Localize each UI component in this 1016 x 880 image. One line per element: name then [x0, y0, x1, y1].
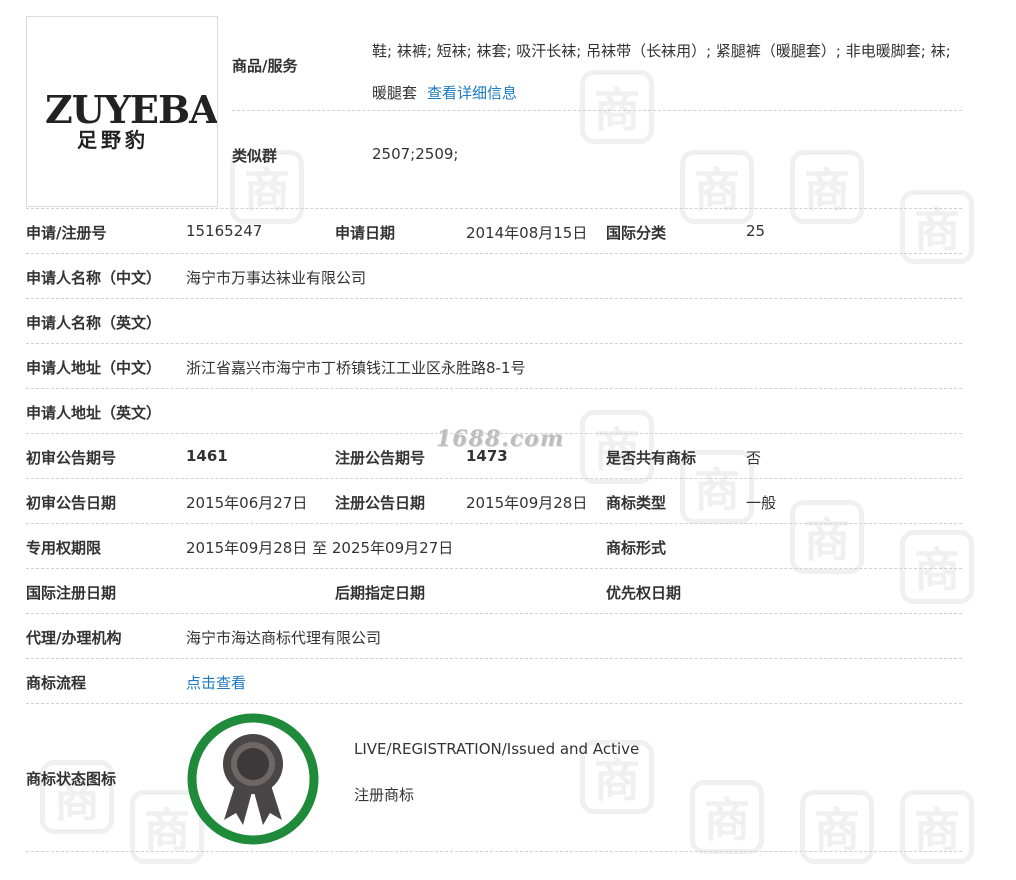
intl-reg-date-label: 国际注册日期 [26, 584, 117, 602]
goods-value: 鞋; 袜裤; 短袜; 袜套; 吸汗长袜; 吊袜带（长袜用）; 紧腿裤（暖腿套）;… [372, 30, 962, 114]
process-label: 商标流程 [26, 674, 87, 692]
later-date-label: 后期指定日期 [335, 584, 426, 602]
status-row: 商标状态图标 LIVE/REGISTRATION/Issued and Acti… [26, 704, 962, 852]
exclusive-label: 专用权期限 [26, 539, 102, 557]
reg-date-label: 注册公告日期 [335, 494, 426, 512]
table-row: 申请人地址（中文） 浙江省嘉兴市海宁市丁桥镇钱江工业区永胜路8-1号 [26, 344, 962, 389]
apply-date-value: 2014年08月15日 [466, 224, 588, 242]
reg-no-label: 申请/注册号 [26, 224, 107, 242]
reg-issue-label: 注册公告期号 [335, 449, 426, 467]
goods-row: 商品/服务 鞋; 袜裤; 短袜; 袜套; 吸汗长袜; 吊袜带（长袜用）; 紧腿裤… [232, 16, 962, 111]
table-row: 申请人地址（英文） [26, 389, 962, 434]
status-text-en: LIVE/REGISTRATION/Issued and Active [354, 740, 640, 758]
agent-label: 代理/办理机构 [26, 629, 122, 647]
priority-label: 优先权日期 [606, 584, 682, 602]
registered-badge-icon [187, 713, 319, 845]
reg-date-value: 2015年09月28日 [466, 494, 588, 512]
similar-group-row: 类似群 2507;2509; [232, 111, 962, 207]
shared-label: 是否共有商标 [606, 449, 697, 467]
intl-class-label: 国际分类 [606, 224, 667, 242]
reg-issue-value: 1473 [466, 447, 508, 465]
intl-class-value: 25 [746, 222, 766, 240]
table-row: 初审公告期号 1461 注册公告期号 1473 是否共有商标 否 [26, 434, 962, 479]
trademark-summary: ZUYEBAO 足野豹 商品/服务 鞋; 袜裤; 短袜; 袜套; 吸汗长袜; 吊… [26, 16, 962, 208]
table-row: 商标流程 点击查看 [26, 659, 962, 704]
similar-group-value: 2507;2509; [372, 145, 459, 163]
table-row: 申请人名称（中文） 海宁市万事达袜业有限公司 [26, 254, 962, 299]
prelim-date-value: 2015年06月27日 [186, 494, 308, 512]
tm-type-label: 商标类型 [606, 494, 667, 512]
agent-value: 海宁市海达商标代理有限公司 [186, 629, 382, 647]
tm-type-value: 一般 [746, 494, 777, 512]
applicant-en-label: 申请人名称（英文） [26, 314, 162, 332]
address-cn-label: 申请人地址（中文） [26, 359, 162, 377]
reg-no-value: 15165247 [186, 222, 263, 240]
detail-table: 申请/注册号 15165247 申请日期 2014年08月15日 国际分类 25… [26, 208, 962, 852]
table-row: 申请人名称（英文） [26, 299, 962, 344]
goods-label: 商品/服务 [232, 57, 298, 75]
logo-text-cn: 足野豹 [77, 128, 149, 152]
applicant-cn-label: 申请人名称（中文） [26, 269, 162, 287]
tm-form-label: 商标形式 [606, 539, 667, 557]
table-row: 国际注册日期 后期指定日期 优先权日期 [26, 569, 962, 614]
status-text-cn: 注册商标 [354, 786, 415, 804]
apply-date-label: 申请日期 [335, 224, 396, 242]
table-row: 初审公告日期 2015年06月27日 注册公告日期 2015年09月28日 商标… [26, 479, 962, 524]
similar-group-label: 类似群 [232, 147, 278, 165]
address-cn-value: 浙江省嘉兴市海宁市丁桥镇钱江工业区永胜路8-1号 [186, 359, 526, 377]
status-label: 商标状态图标 [26, 770, 117, 788]
table-row: 申请/注册号 15165247 申请日期 2014年08月15日 国际分类 25 [26, 209, 962, 254]
table-row: 专用权期限 2015年09月28日 至 2025年09月27日 商标形式 [26, 524, 962, 569]
prelim-issue-label: 初审公告期号 [26, 449, 117, 467]
goods-section: 商品/服务 鞋; 袜裤; 短袜; 袜套; 吸汗长袜; 吊袜带（长袜用）; 紧腿裤… [232, 16, 962, 207]
process-view-link[interactable]: 点击查看 [186, 674, 246, 692]
view-details-link[interactable]: 查看详细信息 [427, 84, 517, 102]
prelim-issue-value: 1461 [186, 447, 228, 465]
shared-value: 否 [746, 449, 762, 467]
address-en-label: 申请人地址（英文） [26, 404, 162, 422]
table-row: 代理/办理机构 海宁市海达商标代理有限公司 [26, 614, 962, 659]
exclusive-value: 2015年09月28日 至 2025年09月27日 [186, 539, 454, 557]
trademark-logo: ZUYEBAO 足野豹 [26, 16, 218, 207]
trademark-detail: ZUYEBAO 足野豹 商品/服务 鞋; 袜裤; 短袜; 袜套; 吸汗长袜; 吊… [26, 16, 962, 852]
applicant-cn-value: 海宁市万事达袜业有限公司 [186, 269, 367, 287]
prelim-date-label: 初审公告日期 [26, 494, 117, 512]
